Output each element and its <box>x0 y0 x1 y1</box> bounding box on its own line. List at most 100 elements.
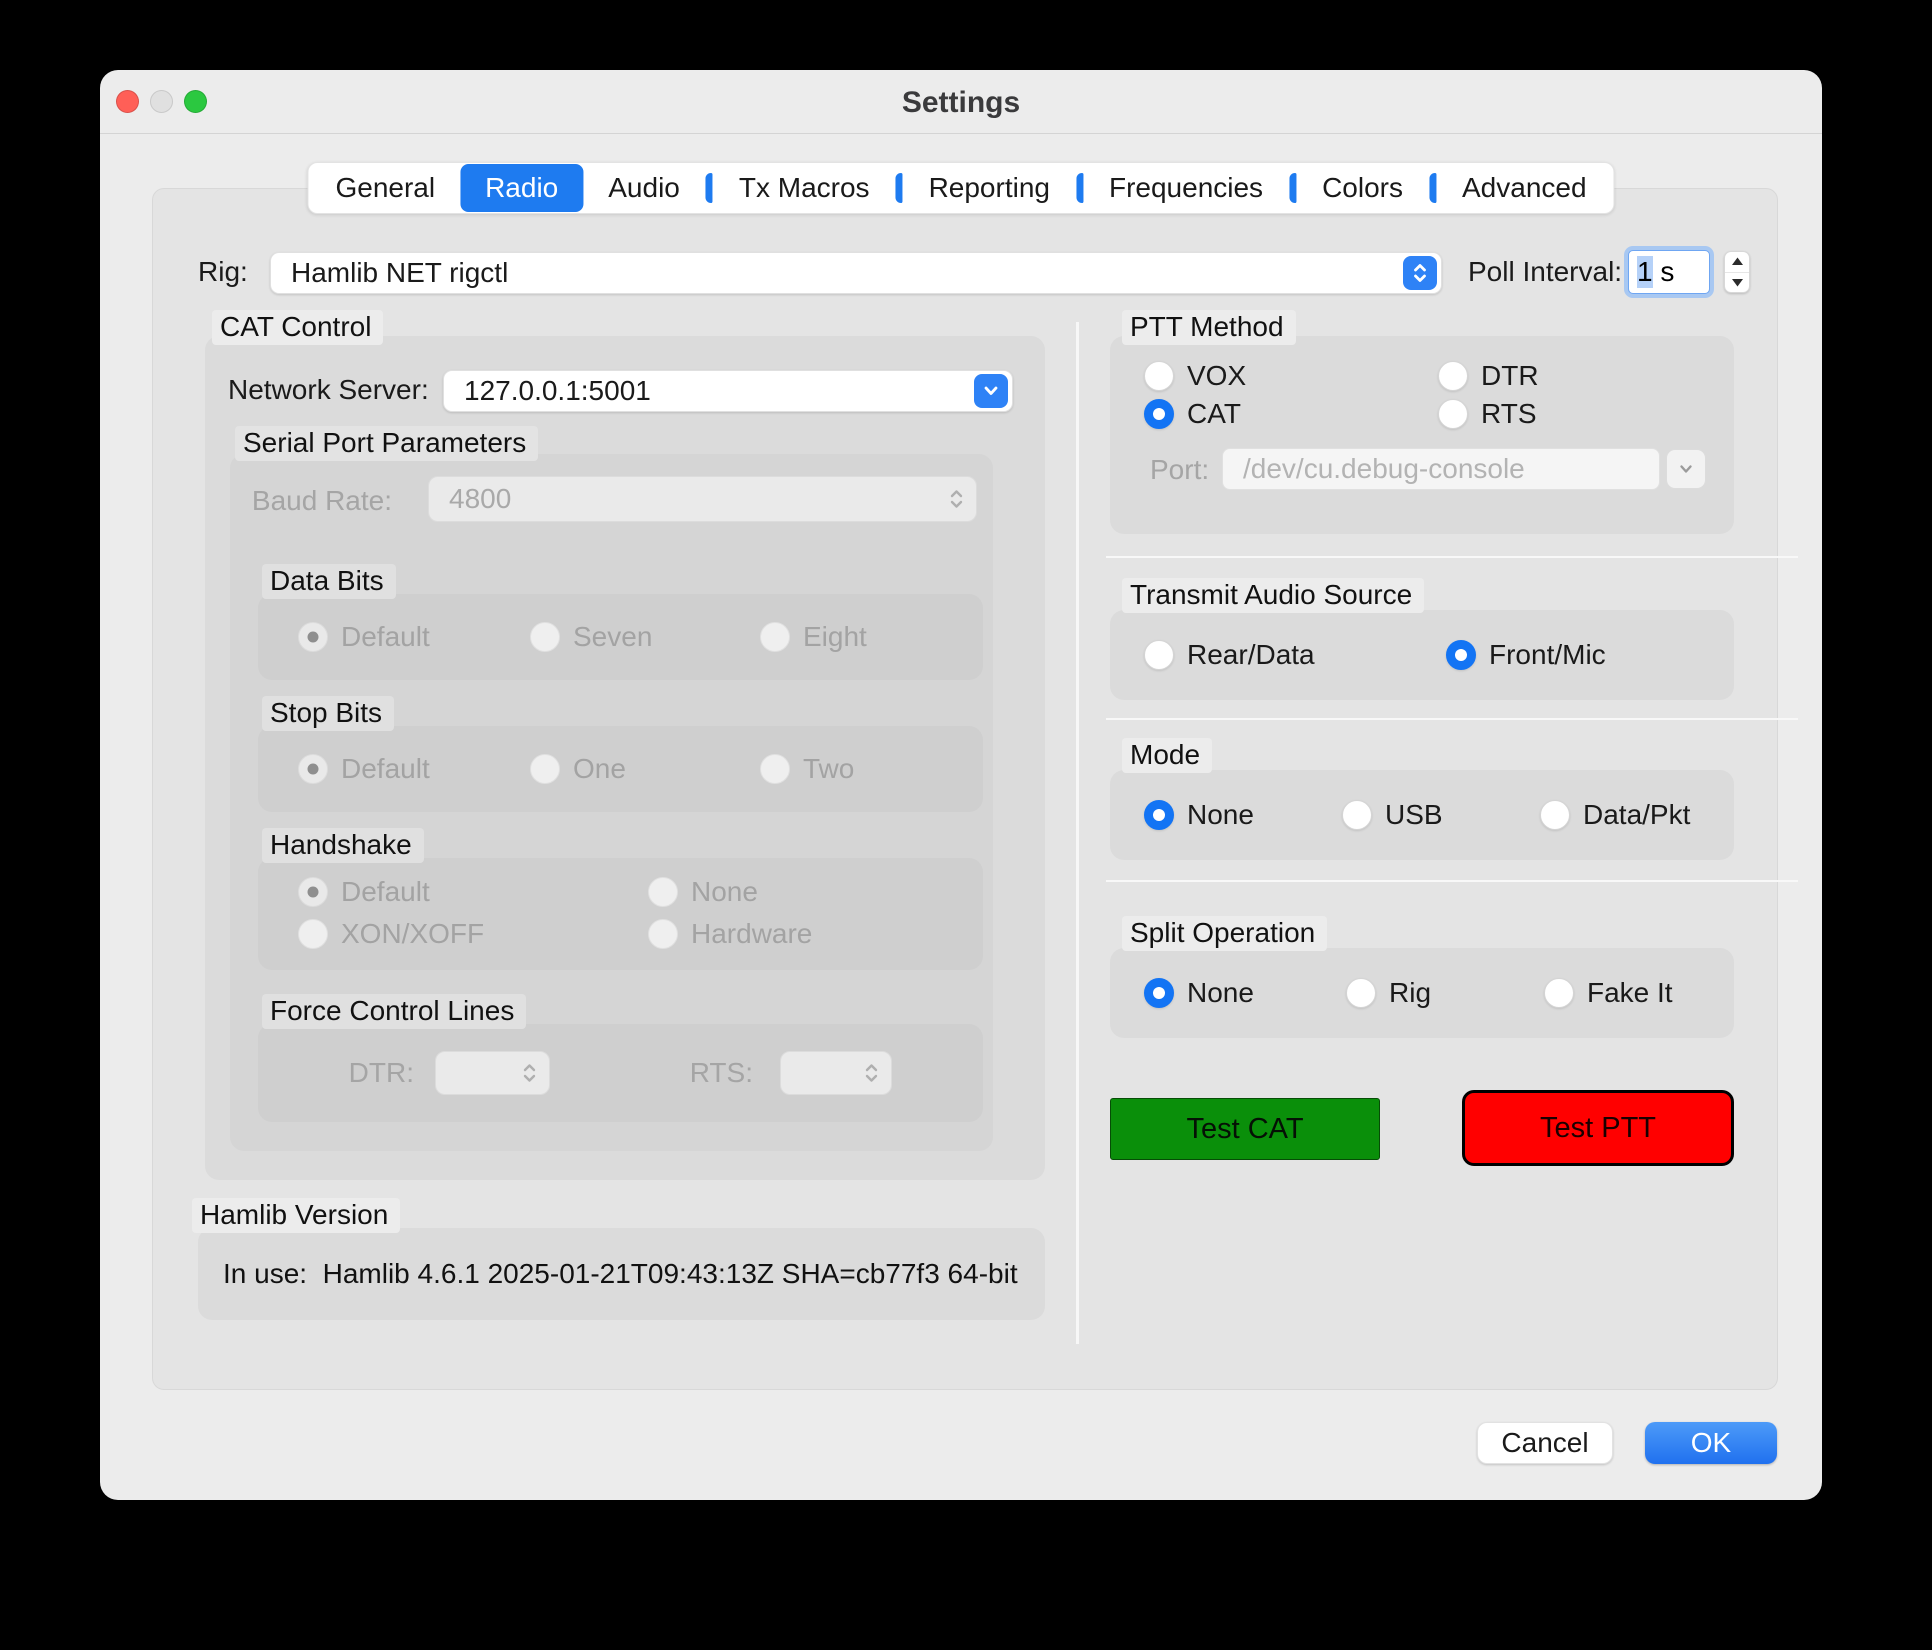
radio-circle <box>1342 800 1372 830</box>
radio-split-rig[interactable]: Rig <box>1346 975 1431 1011</box>
settings-tab-bar: General Radio Audio Tx Macros Reporting … <box>307 162 1614 214</box>
radio-data-bits-default: Default <box>298 619 430 655</box>
tab-separator <box>1289 173 1296 203</box>
radio-circle <box>1144 640 1174 670</box>
rig-value: Hamlib NET rigctl <box>271 257 508 289</box>
serial-port-parameters-group: Baud Rate: 4800 Data Bits Default Seven … <box>230 454 993 1151</box>
radio-circle <box>760 754 790 784</box>
rig-label: Rig: <box>198 256 248 288</box>
stepper-up-icon[interactable] <box>1725 252 1749 273</box>
mode-group: None USB Data/Pkt <box>1110 770 1734 860</box>
mode-title: Mode <box>1122 738 1212 773</box>
tab-audio[interactable]: Audio <box>583 164 705 212</box>
tab-separator <box>1076 173 1083 203</box>
radio-circle <box>648 877 678 907</box>
radio-mode-usb[interactable]: USB <box>1342 797 1443 833</box>
radio-circle <box>1540 800 1570 830</box>
radio-mode-data-pkt[interactable]: Data/Pkt <box>1540 797 1690 833</box>
cancel-button[interactable]: Cancel <box>1477 1422 1613 1464</box>
radio-circle <box>648 919 678 949</box>
ptt-port-chevron-button <box>1666 449 1706 489</box>
rig-combobox[interactable]: Hamlib NET rigctl <box>270 252 1442 294</box>
section-divider <box>1106 718 1798 720</box>
section-divider <box>1106 556 1798 558</box>
dtr-label: DTR: <box>278 1057 414 1089</box>
radio-handshake-xonxoff: XON/XOFF <box>298 916 484 952</box>
chevron-up-down-icon[interactable] <box>1403 256 1437 290</box>
title-bar: Settings <box>100 70 1822 134</box>
test-cat-button[interactable]: Test CAT <box>1110 1098 1380 1160</box>
ptt-method-group: VOX DTR CAT RTS Port: /dev/cu.debug-cons… <box>1110 336 1734 534</box>
tab-advanced[interactable]: Advanced <box>1437 164 1612 212</box>
data-bits-group: Default Seven Eight <box>258 594 983 680</box>
cat-control-title: CAT Control <box>212 310 383 345</box>
radio-circle <box>1144 978 1174 1008</box>
network-server-value: 127.0.0.1:5001 <box>444 375 651 407</box>
ptt-port-combobox: /dev/cu.debug-console <box>1222 448 1660 490</box>
poll-interval-input[interactable]: 1 s <box>1628 250 1710 294</box>
test-ptt-button[interactable]: Test PTT <box>1462 1090 1734 1166</box>
poll-interval-unit-text: s <box>1653 256 1675 288</box>
column-divider <box>1076 322 1079 1344</box>
tx-audio-source-group: Rear/Data Front/Mic <box>1110 610 1734 700</box>
baud-rate-popup: 4800 <box>428 476 977 522</box>
radio-handshake-default: Default <box>298 874 430 910</box>
radio-ptt-vox[interactable]: VOX <box>1144 358 1246 394</box>
network-server-combobox[interactable]: 127.0.0.1:5001 <box>443 370 1013 412</box>
radio-circle <box>530 754 560 784</box>
stepper-down-icon[interactable] <box>1725 273 1749 293</box>
radio-stop-bits-two: Two <box>760 751 854 787</box>
tx-audio-source-title: Transmit Audio Source <box>1122 578 1424 613</box>
tab-reporting[interactable]: Reporting <box>904 164 1075 212</box>
tab-separator <box>706 173 713 203</box>
network-server-label: Network Server: <box>228 374 429 406</box>
window-title: Settings <box>100 86 1822 120</box>
hamlib-version-group: In use: Hamlib 4.6.1 2025-01-21T09:43:13… <box>198 1228 1045 1320</box>
radio-ptt-cat[interactable]: CAT <box>1144 396 1241 432</box>
dtr-popup <box>435 1051 550 1095</box>
radio-split-fake-it[interactable]: Fake It <box>1544 975 1673 1011</box>
radio-circle <box>1446 640 1476 670</box>
radio-ptt-dtr[interactable]: DTR <box>1438 358 1539 394</box>
radio-circle <box>298 622 328 652</box>
chevron-down-icon[interactable] <box>974 374 1008 408</box>
rts-popup <box>780 1051 892 1095</box>
radio-stop-bits-one: One <box>530 751 626 787</box>
radio-circle <box>1544 978 1574 1008</box>
tab-tx-macros[interactable]: Tx Macros <box>714 164 895 212</box>
radio-split-none[interactable]: None <box>1144 975 1254 1011</box>
rts-label: RTS: <box>658 1057 753 1089</box>
poll-interval-label: Poll Interval: <box>1468 256 1622 288</box>
handshake-title: Handshake <box>262 828 424 863</box>
chevron-up-down-icon <box>949 487 964 511</box>
radio-mode-none[interactable]: None <box>1144 797 1254 833</box>
stop-bits-group: Default One Two <box>258 726 983 812</box>
ptt-port-value: /dev/cu.debug-console <box>1223 453 1525 485</box>
tab-general[interactable]: General <box>310 164 460 212</box>
radio-tx-audio-rear-data[interactable]: Rear/Data <box>1144 637 1315 673</box>
split-operation-title: Split Operation <box>1122 916 1327 951</box>
radio-ptt-rts[interactable]: RTS <box>1438 396 1537 432</box>
poll-interval-selected-text: 1 <box>1637 256 1653 288</box>
hamlib-version-title: Hamlib Version <box>192 1198 400 1233</box>
radio-data-bits-seven: Seven <box>530 619 652 655</box>
radio-stop-bits-default: Default <box>298 751 430 787</box>
section-divider <box>1106 880 1798 882</box>
ok-button[interactable]: OK <box>1645 1422 1777 1464</box>
radio-handshake-hardware: Hardware <box>648 916 812 952</box>
tab-radio[interactable]: Radio <box>460 164 583 212</box>
tab-colors[interactable]: Colors <box>1297 164 1428 212</box>
chevron-up-down-icon <box>864 1061 879 1085</box>
chevron-up-down-icon <box>522 1061 537 1085</box>
ptt-method-title: PTT Method <box>1122 310 1296 345</box>
radio-handshake-none: None <box>648 874 758 910</box>
chevron-down-icon <box>1678 464 1694 475</box>
tab-separator <box>1429 173 1436 203</box>
tab-frequencies[interactable]: Frequencies <box>1084 164 1288 212</box>
force-control-lines-title: Force Control Lines <box>262 994 526 1029</box>
handshake-group: Default None XON/XOFF Hardware <box>258 858 983 970</box>
radio-circle <box>530 622 560 652</box>
radio-tx-audio-front-mic[interactable]: Front/Mic <box>1446 637 1606 673</box>
radio-circle <box>1144 361 1174 391</box>
radio-data-bits-eight: Eight <box>760 619 867 655</box>
